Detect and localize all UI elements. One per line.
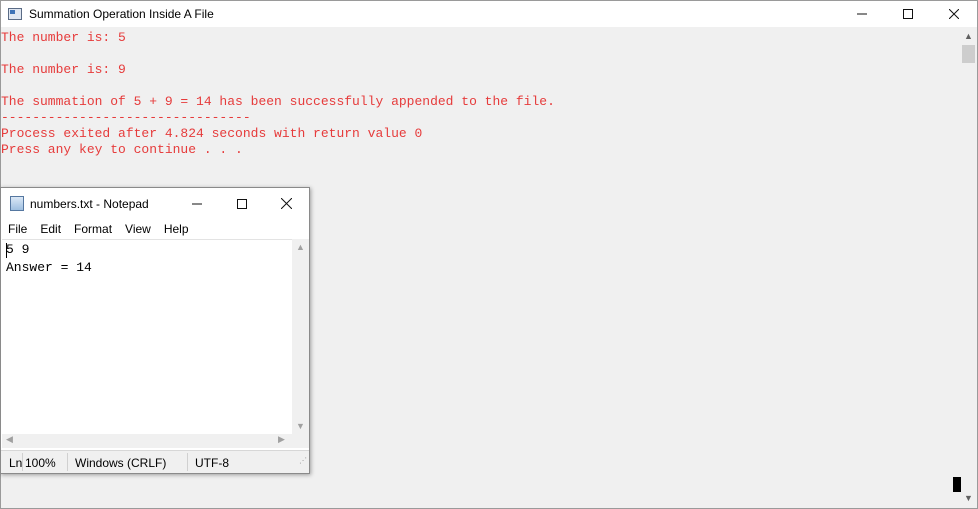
close-icon — [281, 198, 292, 209]
close-button[interactable] — [931, 1, 977, 27]
status-divider — [22, 453, 23, 471]
scrollbar-corner — [292, 434, 309, 448]
notepad-text-area[interactable]: 5 9 Answer = 14 — [2, 239, 292, 435]
menu-format[interactable]: Format — [67, 222, 118, 236]
console-cursor — [953, 477, 961, 492]
notepad-title: numbers.txt - Notepad — [30, 196, 149, 211]
close-icon — [949, 9, 959, 19]
maximize-icon — [236, 198, 247, 209]
notepad-horizontal-scrollbar[interactable]: ◀ ▶ — [2, 434, 292, 448]
console-line: Press any key to continue . . . — [1, 142, 243, 157]
notepad-window-controls — [174, 188, 309, 219]
console-title: Summation Operation Inside A File — [29, 7, 214, 21]
maximize-button[interactable] — [885, 1, 931, 27]
minimize-button[interactable] — [839, 1, 885, 27]
scroll-down-icon[interactable]: ▼ — [964, 493, 973, 503]
scroll-right-icon[interactable]: ▶ — [278, 434, 285, 445]
console-separator: -------------------------------- — [1, 110, 251, 125]
notepad-window: numbers.txt - Notepad File Edit Format V… — [0, 187, 310, 474]
notepad-maximize-button[interactable] — [219, 188, 264, 219]
console-line: The number is: 9 — [1, 62, 126, 77]
console-line: The number is: 5 — [1, 30, 126, 45]
minimize-icon — [191, 203, 202, 204]
notepad-titlebar[interactable]: numbers.txt - Notepad — [1, 188, 309, 219]
status-zoom: 100% — [25, 456, 56, 470]
status-encoding: UTF-8 — [195, 456, 229, 470]
text-line: 5 9 — [6, 242, 30, 257]
scrollbar-thumb[interactable] — [962, 45, 975, 63]
menu-help[interactable]: Help — [157, 222, 195, 236]
text-line: Answer = 14 — [6, 260, 92, 275]
menu-view[interactable]: View — [118, 222, 157, 236]
notepad-statusbar: Ln 100% Windows (CRLF) UTF-8 ⋰ — [1, 450, 309, 473]
console-window-controls — [839, 1, 977, 27]
notepad-menubar: File Edit Format View Help — [1, 219, 309, 239]
console-app-icon — [8, 8, 22, 20]
console-line: The summation of 5 + 9 = 14 has been suc… — [1, 94, 555, 109]
console-titlebar[interactable]: Summation Operation Inside A File — [1, 1, 977, 27]
scroll-left-icon[interactable]: ◀ — [6, 434, 13, 445]
menu-file[interactable]: File — [1, 222, 33, 236]
status-line-ending: Windows (CRLF) — [75, 456, 167, 470]
status-divider — [67, 453, 68, 471]
console-line: Process exited after 4.824 seconds with … — [1, 126, 423, 141]
notepad-icon — [10, 196, 24, 211]
console-vertical-scrollbar[interactable]: ▲ ▼ — [960, 27, 977, 508]
resize-grip-icon[interactable]: ⋰ — [299, 456, 307, 471]
maximize-icon — [903, 9, 913, 19]
scroll-up-icon[interactable]: ▲ — [296, 242, 305, 252]
minimize-icon — [857, 13, 867, 15]
notepad-minimize-button[interactable] — [174, 188, 219, 219]
scroll-down-icon[interactable]: ▼ — [296, 421, 305, 431]
text-caret — [6, 243, 7, 258]
status-divider — [187, 453, 188, 471]
scroll-up-icon[interactable]: ▲ — [964, 31, 973, 41]
status-position: Ln — [9, 456, 23, 470]
notepad-vertical-scrollbar[interactable]: ▲ ▼ — [292, 239, 309, 434]
notepad-close-button[interactable] — [264, 188, 309, 219]
menu-edit[interactable]: Edit — [33, 222, 67, 236]
